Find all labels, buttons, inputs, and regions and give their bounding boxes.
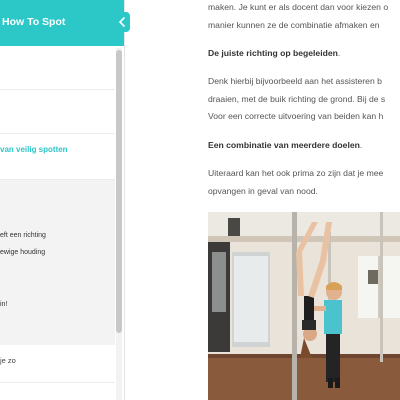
lesson-item[interactable] [0,90,115,134]
paragraph-line: Uiteraard kan het ook prima zo zijn dat … [208,168,384,178]
paragraph-line: opvangen in geval van nood. [208,186,318,196]
sidebar-header: How To Spot [0,0,124,46]
lesson-item[interactable] [0,46,115,90]
course-title: How To Spot [2,16,66,28]
paragraph-line: Denk hierbij bijvoorbeeld aan het assist… [208,76,382,86]
paragraph-line: maken. Je kunt er als docent dan voor ki… [208,2,389,12]
section-heading-text: Een combinatie van meerdere doelen [208,140,360,150]
lesson-label: je zo [0,356,16,365]
spotting-photo [208,212,400,400]
subtopic-item[interactable]: ewige houding [0,249,45,256]
sidebar-scrollbar[interactable] [116,48,122,400]
lesson-label-active: van veilig spotten [0,145,68,154]
paragraph-line: Voor een correcte uitvoering van beiden … [208,111,384,121]
lesson-subtopics-panel: eft een richting ewige houding in! [0,180,115,345]
paragraph-line: manier kunnen ze de combinatie afmaken e… [208,20,380,30]
subtopic-item[interactable]: in! [0,301,7,308]
lesson-item[interactable]: je zo [0,345,115,383]
subtopic-item[interactable]: eft een richting [0,232,46,239]
course-sidebar: van veilig spotten eft een richting ewig… [0,0,125,400]
heading-punctuation: . [337,48,341,58]
chevron-left-icon [118,17,125,27]
section-heading-text: De juiste richting op begeleiden [208,48,338,58]
lesson-item[interactable] [0,383,115,400]
section-heading: Een combinatie van meerdere doelen. [208,137,362,154]
sidebar-scroll-thumb[interactable] [116,50,122,333]
lesson-item-active[interactable]: van veilig spotten [0,134,115,180]
paragraph-line: draaien, met de buik richting de grond. … [208,94,386,104]
section-heading: De juiste richting op begeleiden. [208,45,340,62]
collapse-sidebar-button[interactable] [113,12,130,32]
heading-punctuation: . [359,140,363,150]
